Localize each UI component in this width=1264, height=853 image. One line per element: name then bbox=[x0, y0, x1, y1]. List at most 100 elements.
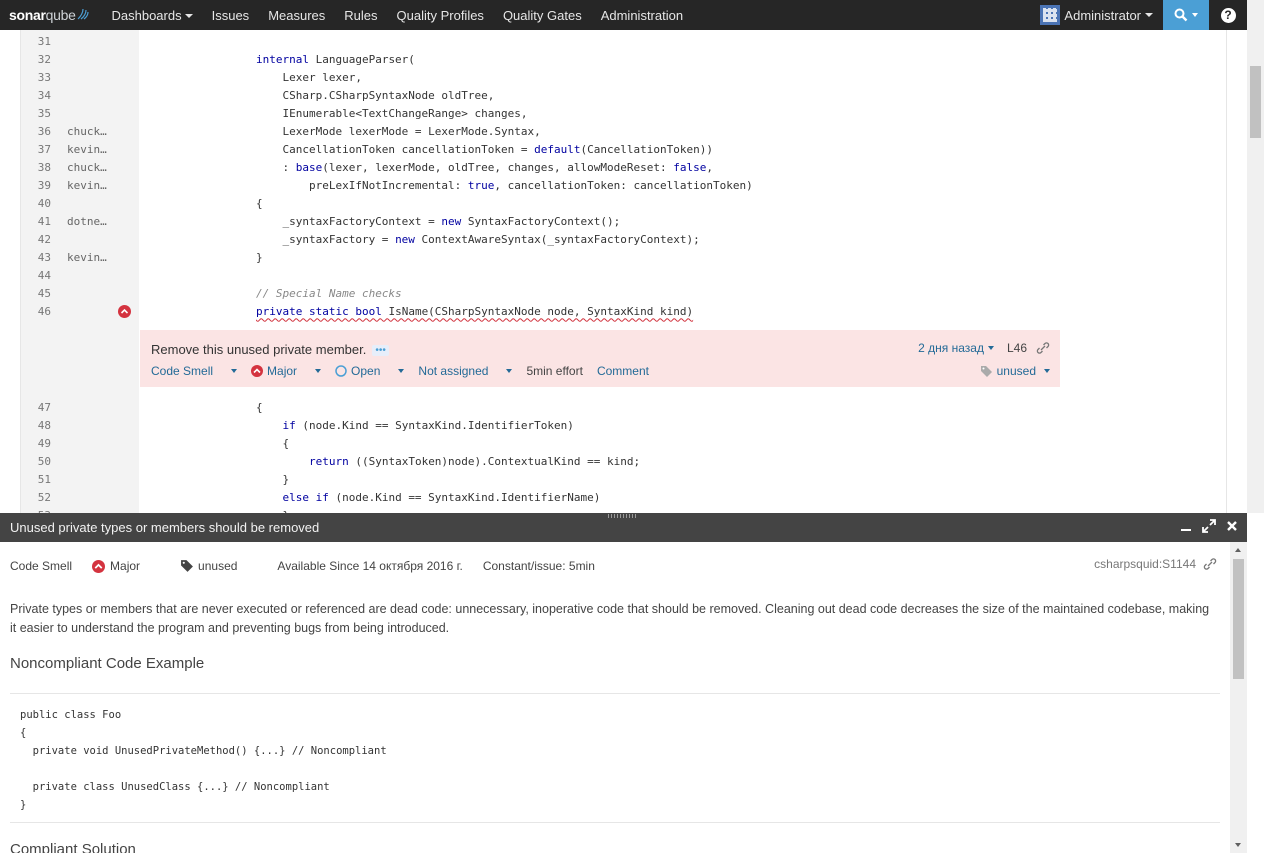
source-code: IEnumerable<TextChangeRange> changes, bbox=[203, 106, 528, 120]
logo-waves-icon bbox=[77, 8, 89, 20]
scrollbar-thumb[interactable] bbox=[1250, 66, 1261, 138]
scm-author[interactable]: dotne… bbox=[67, 215, 107, 228]
issue-type-label: Code Smell bbox=[151, 364, 214, 378]
line-number[interactable]: 31 bbox=[21, 35, 51, 48]
issue-message[interactable]: Remove this unused private member. ••• bbox=[151, 342, 389, 357]
help-icon: ? bbox=[1220, 7, 1236, 23]
issue-box[interactable]: Remove this unused private member. ••• Co… bbox=[140, 330, 1060, 387]
issue-more-button[interactable]: ••• bbox=[372, 345, 389, 357]
nav-item-label: Measures bbox=[268, 7, 326, 23]
issue-date-dropdown[interactable]: 2 дня назад bbox=[918, 341, 994, 355]
line-number[interactable]: 34 bbox=[21, 89, 51, 102]
source-viewer: Remove this unused private member. ••• Co… bbox=[20, 30, 1227, 513]
line-number[interactable]: 39 bbox=[21, 179, 51, 192]
rule-tag-label: unused bbox=[198, 559, 238, 573]
chevron-down-icon bbox=[1044, 369, 1050, 373]
rule-panel-title: Unused private types or members should b… bbox=[10, 520, 320, 535]
noncompliant-heading: Noncompliant Code Example bbox=[10, 655, 205, 672]
line-number[interactable]: 36 bbox=[21, 125, 51, 138]
code-line: 44 bbox=[21, 266, 1226, 284]
nav-item-quality-gates[interactable]: Quality Gates bbox=[493, 8, 591, 23]
scrollbar-thumb[interactable] bbox=[1233, 559, 1244, 679]
code-line: 49 { bbox=[21, 434, 1226, 452]
issue-assignee-dropdown[interactable]: Not assigned bbox=[418, 364, 513, 378]
main-scrollbar[interactable] bbox=[1247, 0, 1264, 513]
line-number[interactable]: 45 bbox=[21, 287, 51, 300]
line-number[interactable]: 41 bbox=[21, 215, 51, 228]
issue-severity-label: Major bbox=[267, 364, 298, 378]
source-code: internal LanguageParser( bbox=[255, 52, 415, 66]
line-number[interactable]: 52 bbox=[21, 491, 51, 504]
close-icon[interactable] bbox=[1226, 520, 1238, 532]
scm-author[interactable]: chuck… bbox=[67, 161, 107, 174]
issue-severity-dropdown[interactable]: Major bbox=[251, 364, 322, 378]
line-number[interactable]: 42 bbox=[21, 233, 51, 246]
code-line: 47 { bbox=[21, 398, 1226, 416]
issue-tag-label: unused bbox=[996, 364, 1036, 378]
source-code: // Special Name checks bbox=[255, 286, 402, 300]
resize-handle[interactable] bbox=[608, 514, 638, 518]
code-line: 50 return ((SyntaxToken)node).Contextual… bbox=[21, 452, 1226, 470]
user-menu[interactable]: Administrator bbox=[1040, 5, 1163, 25]
permalink-icon[interactable] bbox=[1203, 557, 1217, 571]
issue-status-dropdown[interactable]: Open bbox=[335, 364, 405, 378]
line-number[interactable]: 51 bbox=[21, 473, 51, 486]
code-line: 48 if (node.Kind == SyntaxKind.Identifie… bbox=[21, 416, 1226, 434]
sonarqube-logo[interactable]: sonar qube bbox=[0, 7, 102, 23]
nav-item-label: Quality Gates bbox=[502, 7, 582, 23]
chevron-down-icon bbox=[987, 346, 994, 350]
rule-tags: unused bbox=[180, 559, 257, 573]
nav-item-quality-profiles[interactable]: Quality Profiles bbox=[387, 8, 493, 23]
nav-item-administration[interactable]: Administration bbox=[591, 8, 692, 23]
issue-marker-icon[interactable] bbox=[118, 304, 131, 318]
avatar bbox=[1040, 5, 1061, 25]
source-code: : base(lexer, lexerMode, oldTree, change… bbox=[203, 160, 713, 174]
issue-comment-link[interactable]: Comment bbox=[597, 364, 649, 378]
line-number[interactable]: 47 bbox=[21, 401, 51, 414]
line-number[interactable]: 44 bbox=[21, 269, 51, 282]
issue-meta: Code Smell Major Open Not assigned 5min … bbox=[151, 364, 663, 378]
source-code: CSharp.CSharpSyntaxNode oldTree, bbox=[203, 88, 495, 102]
code-line: 40 { bbox=[21, 194, 1226, 212]
user-name: Administrator bbox=[1064, 7, 1141, 23]
nav-item-issues[interactable]: Issues bbox=[202, 8, 259, 23]
line-number[interactable]: 40 bbox=[21, 197, 51, 210]
line-number[interactable]: 50 bbox=[21, 455, 51, 468]
open-status-icon bbox=[335, 365, 347, 377]
minimize-icon[interactable] bbox=[1180, 520, 1192, 532]
rule-panel-scrollbar[interactable] bbox=[1230, 542, 1247, 853]
line-number[interactable]: 48 bbox=[21, 419, 51, 432]
issue-tags-dropdown[interactable]: unused bbox=[980, 364, 1050, 378]
line-number[interactable]: 38 bbox=[21, 161, 51, 174]
nav-item-measures[interactable]: Measures bbox=[259, 8, 335, 23]
scm-author[interactable]: kevin… bbox=[67, 143, 107, 156]
scroll-up-icon[interactable] bbox=[1235, 548, 1241, 552]
maximize-icon[interactable] bbox=[1202, 519, 1216, 533]
line-number[interactable]: 49 bbox=[21, 437, 51, 450]
help-button[interactable]: ? bbox=[1209, 0, 1247, 30]
scroll-down-icon[interactable] bbox=[1235, 843, 1241, 847]
rule-type: Code Smell bbox=[10, 559, 73, 573]
issue-effort: 5min effort bbox=[526, 364, 583, 378]
line-number[interactable]: 37 bbox=[21, 143, 51, 156]
scm-author[interactable]: kevin… bbox=[67, 251, 107, 264]
logo-text-qube: qube bbox=[45, 7, 76, 23]
line-number[interactable]: 46 bbox=[21, 305, 51, 318]
nav-item-label: Rules bbox=[344, 7, 378, 23]
permalink-icon[interactable] bbox=[1036, 341, 1050, 355]
issue-status-label: Open bbox=[351, 364, 381, 378]
line-number[interactable]: 33 bbox=[21, 71, 51, 84]
line-number[interactable]: 32 bbox=[21, 53, 51, 66]
source-code: else if (node.Kind == SyntaxKind.Identif… bbox=[282, 490, 601, 504]
nav-item-rules[interactable]: Rules bbox=[335, 8, 387, 23]
source-code: if (node.Kind == SyntaxKind.IdentifierTo… bbox=[282, 418, 574, 432]
scm-author[interactable]: chuck… bbox=[67, 125, 107, 138]
issue-date-label: 2 дня назад bbox=[918, 341, 984, 355]
nav-item-dashboards[interactable]: Dashboards bbox=[102, 8, 202, 23]
issue-type-dropdown[interactable]: Code Smell bbox=[151, 364, 238, 378]
line-number[interactable]: 43 bbox=[21, 251, 51, 264]
tag-icon bbox=[181, 560, 193, 572]
scm-author[interactable]: kevin… bbox=[67, 179, 107, 192]
search-button[interactable] bbox=[1163, 0, 1209, 30]
line-number[interactable]: 35 bbox=[21, 107, 51, 120]
